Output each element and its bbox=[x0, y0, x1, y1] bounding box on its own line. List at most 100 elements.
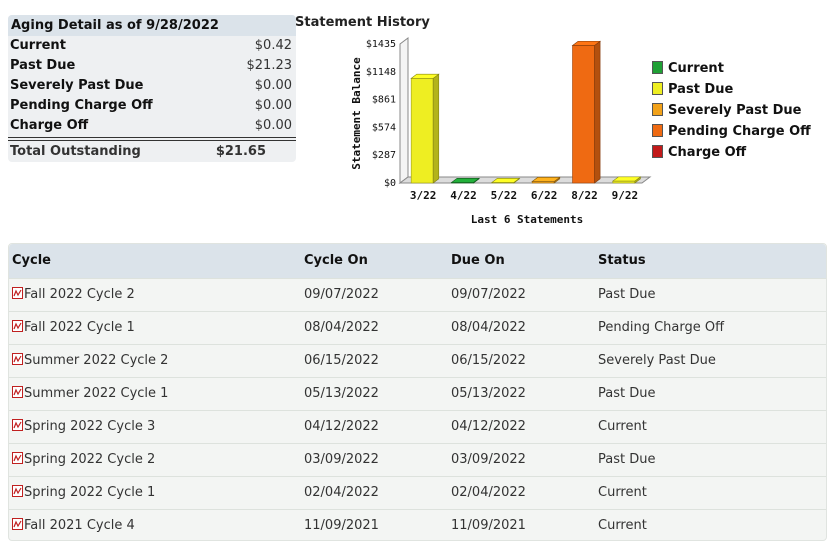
status-cell: Severely Past Due bbox=[598, 353, 716, 368]
legend-swatch bbox=[652, 103, 663, 116]
aging-value: $0.00 bbox=[254, 78, 292, 93]
cycle-link[interactable]: Fall 2022 Cycle 2 bbox=[24, 287, 135, 302]
cycle-on-cell: 02/04/2022 bbox=[304, 485, 379, 500]
cycle-on-cell: 04/12/2022 bbox=[304, 419, 379, 434]
aging-value: $0.00 bbox=[254, 118, 292, 133]
cycle-cell[interactable]: Spring 2022 Cycle 3 bbox=[12, 419, 155, 434]
total-value: $21.65 bbox=[215, 144, 266, 159]
legend-item-past-due: Past Due bbox=[652, 79, 811, 100]
table-row: Summer 2022 Cycle 1 05/13/2022 05/13/202… bbox=[9, 377, 826, 411]
cycle-cell[interactable]: Spring 2022 Cycle 1 bbox=[12, 485, 155, 500]
due-on-cell: 02/04/2022 bbox=[451, 485, 526, 500]
aging-total-row: Total Outstanding $21.65 bbox=[8, 142, 296, 162]
cycle-cell[interactable]: Fall 2022 Cycle 2 bbox=[12, 287, 135, 302]
legend-label: Severely Past Due bbox=[668, 103, 802, 118]
pdf-icon[interactable] bbox=[12, 386, 23, 398]
aging-label: Past Due bbox=[10, 58, 76, 73]
table-row: Fall 2022 Cycle 1 08/04/2022 08/04/2022 … bbox=[9, 311, 826, 345]
cycle-on-cell: 06/15/2022 bbox=[304, 353, 379, 368]
status-cell: Current bbox=[598, 419, 647, 434]
cycle-link[interactable]: Fall 2022 Cycle 1 bbox=[24, 320, 135, 335]
status-cell: Past Due bbox=[598, 452, 656, 467]
status-cell: Past Due bbox=[598, 386, 656, 401]
pdf-icon[interactable] bbox=[12, 353, 23, 365]
y-tick-label: $1148 bbox=[366, 67, 396, 78]
cycle-cell[interactable]: Fall 2021 Cycle 4 bbox=[12, 518, 135, 533]
cycle-on-cell: 05/13/2022 bbox=[304, 386, 379, 401]
y-tick-label: $574 bbox=[372, 122, 396, 133]
pdf-icon[interactable] bbox=[12, 452, 23, 464]
cycle-cell[interactable]: Fall 2022 Cycle 1 bbox=[12, 320, 135, 335]
legend-item-charge-off: Charge Off bbox=[652, 142, 811, 163]
pdf-icon[interactable] bbox=[12, 287, 23, 299]
due-on-cell: 04/12/2022 bbox=[451, 419, 526, 434]
aging-detail-panel: Aging Detail as of 9/28/2022 Current $0.… bbox=[8, 15, 296, 162]
bar bbox=[572, 45, 595, 184]
status-cell: Past Due bbox=[598, 287, 656, 302]
legend-item-pending-charge-off: Pending Charge Off bbox=[652, 121, 811, 142]
table-row: Spring 2022 Cycle 3 04/12/2022 04/12/202… bbox=[9, 410, 826, 444]
cycle-link[interactable]: Fall 2021 Cycle 4 bbox=[24, 518, 135, 533]
total-divider bbox=[8, 140, 296, 141]
cycle-cell[interactable]: Summer 2022 Cycle 1 bbox=[12, 386, 168, 401]
statement-history-chart: $0 $287 $574 $861 $1148 $1435Statement Balanc… bbox=[350, 37, 652, 226]
due-on-cell: 06/15/2022 bbox=[451, 353, 526, 368]
pdf-icon[interactable] bbox=[12, 419, 23, 431]
status-cell: Current bbox=[598, 485, 647, 500]
cycle-on-cell: 03/09/2022 bbox=[304, 452, 379, 467]
x-tick-label: 6/22 bbox=[531, 189, 558, 202]
legend-item-severely-past-due: Severely Past Due bbox=[652, 100, 811, 121]
x-tick-label: 8/22 bbox=[571, 189, 598, 202]
due-on-cell: 09/07/2022 bbox=[451, 287, 526, 302]
y-tick-label: $861 bbox=[372, 95, 396, 106]
table-row: Fall 2022 Cycle 2 09/07/2022 09/07/2022 … bbox=[9, 278, 826, 312]
aging-row-current: Current $0.42 bbox=[8, 36, 296, 56]
aging-label: Current bbox=[10, 38, 66, 53]
cycle-on-cell: 09/07/2022 bbox=[304, 287, 379, 302]
x-tick-label: 3/22 bbox=[410, 189, 437, 202]
y-tick-label: $287 bbox=[372, 150, 396, 161]
total-label: Total Outstanding bbox=[10, 144, 141, 159]
table-row: Spring 2022 Cycle 1 02/04/2022 02/04/202… bbox=[9, 476, 826, 510]
cycle-link[interactable]: Spring 2022 Cycle 1 bbox=[24, 485, 155, 500]
pdf-icon[interactable] bbox=[12, 485, 23, 497]
table-row: Spring 2022 Cycle 2 03/09/2022 03/09/202… bbox=[9, 443, 826, 477]
pdf-icon[interactable] bbox=[12, 518, 23, 530]
statement-cycles-table: Cycle Cycle On Due On Status Fall 2022 C… bbox=[8, 243, 827, 541]
cycle-link[interactable]: Spring 2022 Cycle 2 bbox=[24, 452, 155, 467]
cycle-cell[interactable]: Summer 2022 Cycle 2 bbox=[12, 353, 168, 368]
column-header-cycle-on: Cycle On bbox=[304, 253, 368, 268]
cycle-link[interactable]: Summer 2022 Cycle 1 bbox=[24, 386, 168, 401]
aging-label: Severely Past Due bbox=[10, 78, 144, 93]
cycle-cell[interactable]: Spring 2022 Cycle 2 bbox=[12, 452, 155, 467]
column-header-status: Status bbox=[598, 253, 646, 268]
table-header: Cycle Cycle On Due On Status bbox=[9, 244, 826, 278]
legend-swatch bbox=[652, 145, 663, 158]
table-row: Summer 2022 Cycle 2 06/15/2022 06/15/202… bbox=[9, 344, 826, 378]
y-tick-label: $0 bbox=[384, 178, 396, 189]
due-on-cell: 11/09/2021 bbox=[451, 518, 526, 533]
aging-value: $0.42 bbox=[254, 38, 292, 53]
aging-row-past-due: Past Due $21.23 bbox=[8, 56, 296, 76]
legend-label: Current bbox=[668, 61, 724, 76]
legend-label: Charge Off bbox=[668, 145, 747, 160]
table-row: Fall 2021 Cycle 4 11/09/2021 11/09/2021 … bbox=[9, 509, 826, 543]
aging-row-charge-off: Charge Off $0.00 bbox=[8, 116, 296, 136]
column-header-cycle: Cycle bbox=[12, 253, 51, 268]
x-tick-label: 5/22 bbox=[491, 189, 518, 202]
y-axis-title: Statement Balance bbox=[350, 57, 363, 170]
legend-label: Pending Charge Off bbox=[668, 124, 811, 139]
legend-label: Past Due bbox=[668, 82, 734, 97]
cycle-on-cell: 11/09/2021 bbox=[304, 518, 379, 533]
cycle-link[interactable]: Summer 2022 Cycle 2 bbox=[24, 353, 168, 368]
x-axis-title: Last 6 Statements bbox=[471, 213, 584, 226]
chart-legend: Current Past Due Severely Past Due Pendi… bbox=[652, 58, 811, 163]
aging-value: $0.00 bbox=[254, 98, 292, 113]
chart-side-wall bbox=[399, 37, 409, 184]
legend-item-current: Current bbox=[652, 58, 811, 79]
cycle-on-cell: 08/04/2022 bbox=[304, 320, 379, 335]
due-on-cell: 03/09/2022 bbox=[451, 452, 526, 467]
pdf-icon[interactable] bbox=[12, 320, 23, 332]
cycle-link[interactable]: Spring 2022 Cycle 3 bbox=[24, 419, 155, 434]
aging-detail-title: Aging Detail as of 9/28/2022 bbox=[8, 15, 296, 36]
